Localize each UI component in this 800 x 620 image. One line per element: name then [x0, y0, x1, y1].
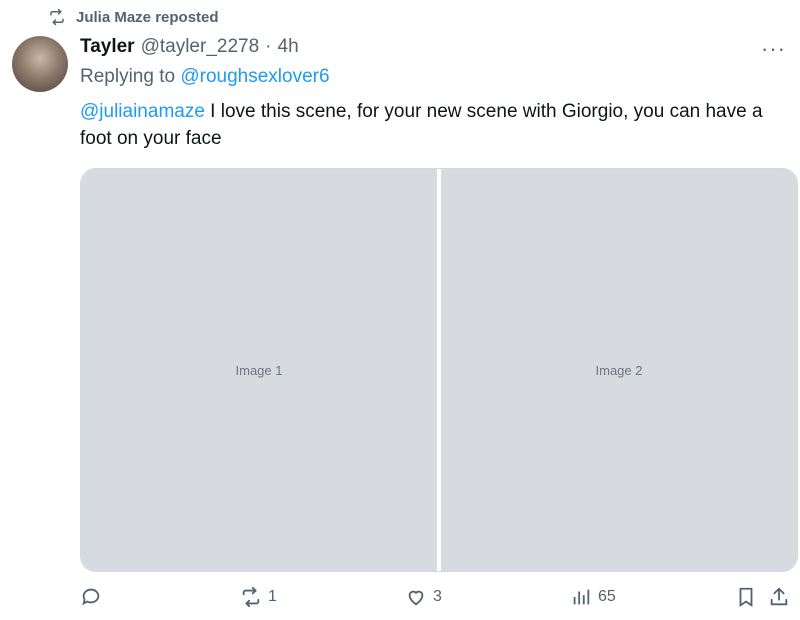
- reply-icon: [82, 588, 100, 606]
- views-icon: [573, 589, 590, 605]
- mention-link[interactable]: @juliainamaze: [80, 101, 205, 122]
- repost-label: Julia Maze reposted: [76, 8, 219, 26]
- author-name[interactable]: Tayler: [80, 36, 135, 58]
- views-count: 65: [598, 588, 616, 605]
- repost-icon: [242, 586, 260, 608]
- more-options-button[interactable]: ···: [761, 36, 786, 62]
- heart-icon: [408, 590, 424, 606]
- action-bar: 1 3 65: [80, 586, 792, 616]
- media-placeholder-2[interactable]: Image 2: [441, 169, 797, 571]
- tweet-header: Tayler @tayler_2278 · 4h: [80, 36, 299, 58]
- media-grid: Image 1 Image 2: [80, 168, 798, 572]
- replying-prefix: Replying to: [80, 66, 181, 87]
- share-icon: [770, 587, 788, 606]
- timestamp[interactable]: 4h: [278, 36, 299, 58]
- media-placeholder-1[interactable]: Image 1: [81, 169, 437, 571]
- repost-button[interactable]: 1: [240, 586, 277, 608]
- media-placeholder-label: Image 2: [595, 362, 643, 378]
- share-button[interactable]: [768, 586, 790, 608]
- bookmark-icon: [739, 587, 753, 607]
- like-count: 3: [433, 588, 442, 605]
- repost-icon: [50, 8, 64, 26]
- tweet-text: @juliainamaze I love this scene, for you…: [80, 98, 780, 152]
- media-placeholder-label: Image 1: [235, 362, 283, 378]
- repost-count: 1: [268, 588, 277, 605]
- bookmark-button[interactable]: [735, 586, 757, 608]
- replying-handle-link[interactable]: @roughsexlover6: [180, 66, 329, 87]
- replying-to: Replying to @roughsexlover6: [80, 66, 330, 88]
- author-handle[interactable]: @tayler_2278: [141, 36, 260, 58]
- reply-button[interactable]: [80, 586, 108, 608]
- separator-dot: ·: [265, 36, 272, 57]
- avatar[interactable]: [12, 36, 68, 92]
- repost-context[interactable]: Julia Maze reposted: [48, 8, 219, 26]
- views-button[interactable]: 65: [570, 586, 616, 608]
- like-button[interactable]: 3: [405, 586, 442, 608]
